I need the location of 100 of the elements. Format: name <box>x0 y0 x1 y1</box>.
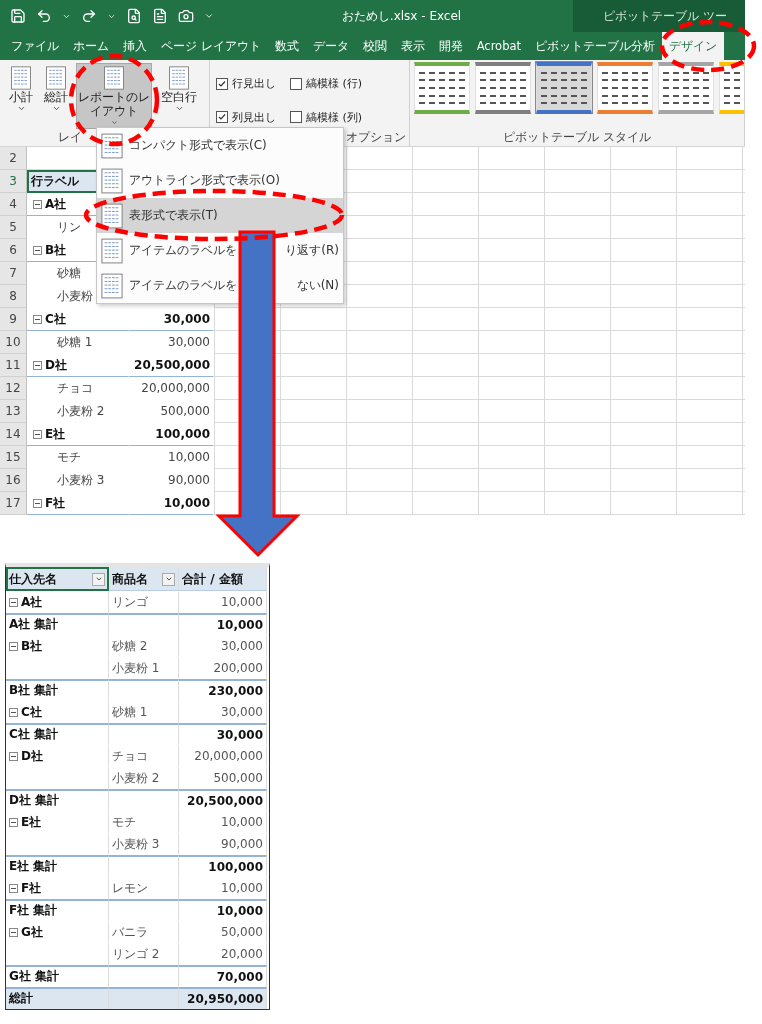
group-label: A社 <box>45 195 67 213</box>
table-layout-icon <box>101 237 123 264</box>
ribbon-button[interactable]: 総計 <box>41 63 71 129</box>
collapse-icon[interactable] <box>9 817 18 827</box>
ribbon-tab[interactable]: 数式 <box>267 32 306 60</box>
caret-icon <box>94 575 103 583</box>
checkbox-label: 縞模様 (行) <box>306 76 363 92</box>
group-label: C社 <box>45 310 66 328</box>
subtotal-value: 10,000 <box>179 613 267 635</box>
group-label: ピボットテーブル スタイル <box>503 128 651 146</box>
filter-button[interactable] <box>92 572 105 586</box>
group-label: G社 <box>21 923 43 941</box>
ribbon-tab[interactable]: 開発 <box>431 32 470 60</box>
subtotal-label: B社 集計 <box>6 679 109 701</box>
row-number: 12 <box>0 377 27 400</box>
column-header-label: 合計 / 金額 <box>182 570 243 588</box>
collapse-icon[interactable] <box>33 245 42 255</box>
collapse-icon[interactable] <box>9 597 18 607</box>
table-cell: チョコ <box>109 745 179 767</box>
menu-item[interactable]: 表形式で表示(T) <box>97 198 343 233</box>
collapse-icon[interactable] <box>33 498 42 508</box>
total-label: 総計 <box>6 987 109 1009</box>
customize-caret-icon[interactable] <box>204 11 214 21</box>
checkbox[interactable] <box>216 77 228 90</box>
ribbon-button[interactable]: 空白行 <box>157 63 201 129</box>
camera-icon[interactable] <box>178 8 194 24</box>
ribbon-tab[interactable]: ホーム <box>66 32 116 60</box>
row-number: 11 <box>0 354 27 377</box>
checkbox-label: 縞模様 (列) <box>306 109 363 125</box>
save-icon[interactable] <box>10 8 26 24</box>
group-label: B社 <box>21 637 43 655</box>
subtotal-label: C社 集計 <box>6 723 109 745</box>
collapse-icon[interactable] <box>33 360 42 370</box>
menu-item[interactable]: コンパクト形式で表示(C) <box>97 128 343 163</box>
group-label: オプション <box>346 128 406 146</box>
collapse-icon[interactable] <box>9 641 18 651</box>
document-icon[interactable] <box>152 8 168 24</box>
table-style-thumbnail[interactable] <box>597 62 653 114</box>
group-label: F社 <box>21 879 42 897</box>
checkbox[interactable] <box>290 77 302 90</box>
collapse-icon[interactable] <box>33 314 42 324</box>
table-style-thumbnail[interactable] <box>475 62 531 114</box>
print-preview-icon[interactable] <box>126 8 142 24</box>
checkbox[interactable] <box>216 111 228 124</box>
table-style-thumbnail[interactable] <box>536 62 592 114</box>
ribbon-tab[interactable]: データ <box>305 32 356 60</box>
collapse-icon[interactable] <box>9 707 18 717</box>
group-label: レイ <box>58 129 82 146</box>
subtotal-value: 230,000 <box>179 679 267 701</box>
ribbon-tab[interactable]: 挿入 <box>116 32 154 60</box>
collapse-icon[interactable] <box>9 751 18 761</box>
table-layout-icon <box>101 167 123 194</box>
checkbox-label: 行見出し <box>232 76 276 92</box>
row-number: 10 <box>0 331 27 354</box>
checkbox-label: 列見出し <box>232 109 276 125</box>
table-style-thumbnail[interactable] <box>414 62 470 114</box>
ribbon-tab[interactable]: デザイン <box>662 32 724 60</box>
collapse-icon[interactable] <box>33 199 42 209</box>
group-label: D社 <box>21 747 43 765</box>
table-layout-icon <box>44 66 68 90</box>
ribbon-button[interactable]: レポートのレ イアウト <box>76 63 152 129</box>
collapse-icon[interactable] <box>33 429 42 439</box>
table-cell: 砂糖 2 <box>109 635 179 657</box>
subtotal-value: 20,500,000 <box>179 789 267 811</box>
row-number: 9 <box>0 308 27 331</box>
table-layout-icon <box>101 202 123 229</box>
row-number: 16 <box>0 469 27 492</box>
ribbon-tab[interactable]: 表示 <box>393 32 432 60</box>
table-cell: バニラ <box>109 921 179 943</box>
redo-icon[interactable] <box>81 8 97 24</box>
undo-icon[interactable] <box>36 8 52 24</box>
row-number: 8 <box>0 285 27 308</box>
ribbon-tab[interactable]: ファイル <box>4 32 66 60</box>
ribbon-tab[interactable]: ピボットテーブル分析 <box>528 32 662 60</box>
ribbon-tab[interactable]: ページ レイアウト <box>154 32 268 60</box>
collapse-icon[interactable] <box>9 927 18 937</box>
table-cell: 小麦粉 2 <box>109 767 179 789</box>
ribbon-tab[interactable]: Acrobat <box>469 32 528 60</box>
table-cell: 小麦粉 1 <box>109 657 179 679</box>
table-layout-icon <box>9 66 33 90</box>
collapse-icon[interactable] <box>9 883 18 893</box>
row-number: 17 <box>0 492 27 515</box>
ribbon-button[interactable]: 小計 <box>6 63 36 129</box>
row-number: 3 <box>0 170 27 193</box>
checkbox[interactable] <box>290 111 302 124</box>
window-title: おためし.xlsx - Excel <box>340 7 463 25</box>
caret-icon <box>109 118 119 126</box>
total-value: 20,950,000 <box>179 987 267 1009</box>
filter-button[interactable] <box>162 572 175 586</box>
row-number: 14 <box>0 423 27 446</box>
ribbon-tab[interactable]: 校閲 <box>355 32 394 60</box>
table-layout-icon <box>102 66 126 90</box>
subtotal-value: 100,000 <box>179 855 267 877</box>
subtotal-label: G社 集計 <box>6 965 109 987</box>
table-layout-icon <box>101 272 123 299</box>
group-label: E社 <box>45 425 66 443</box>
table-style-thumbnail[interactable] <box>658 62 714 114</box>
subtotal-label: A社 集計 <box>6 613 109 635</box>
group-label: E社 <box>21 813 42 831</box>
table-cell: モチ <box>109 811 179 833</box>
